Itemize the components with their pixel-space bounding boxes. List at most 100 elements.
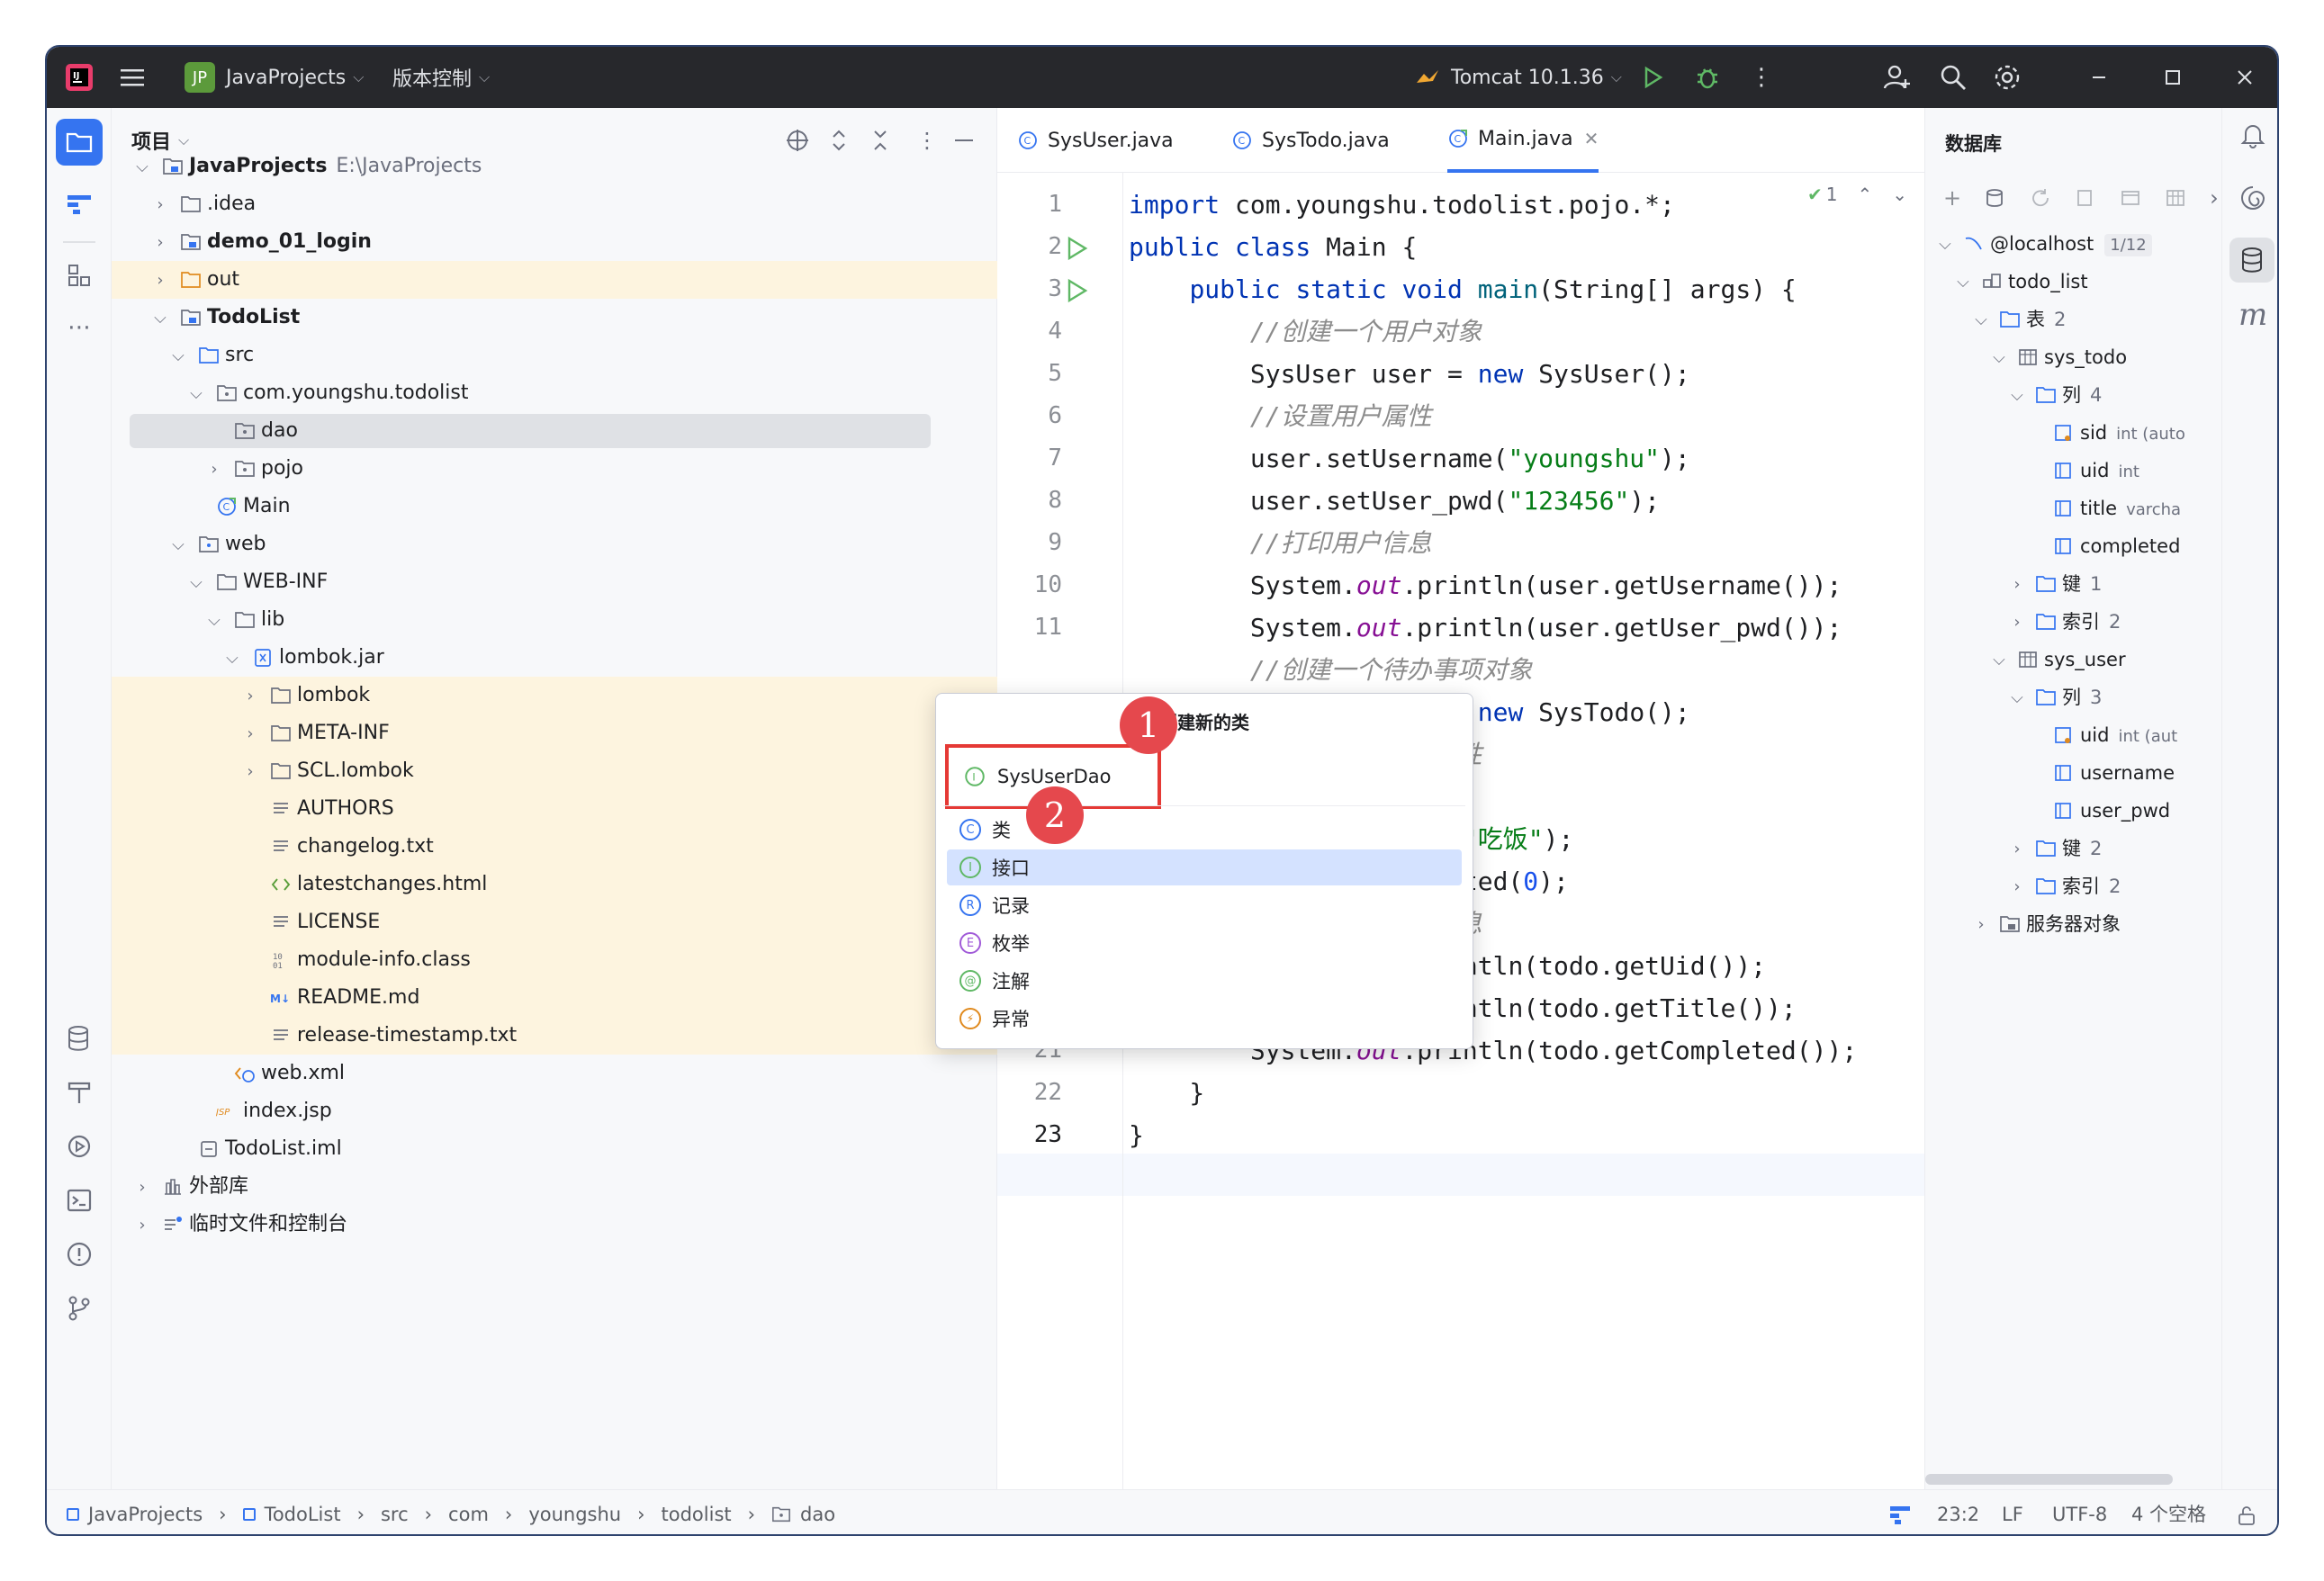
commit-tool-button[interactable] — [56, 180, 103, 227]
tree-row-pojo[interactable]: › pojo — [112, 450, 997, 488]
tree-row-web[interactable]: ⌵ web — [112, 526, 997, 563]
data-source-icon[interactable] — [1985, 187, 2006, 209]
code-line[interactable]: //设置用户属性 — [1129, 395, 1432, 437]
tree-row-src[interactable]: ⌵ src — [112, 337, 997, 374]
tree-row-latestchanges[interactable]: latestchanges.html — [112, 866, 997, 903]
inspection-widget[interactable]: ✔ 1 ⌃ ⌄ — [1807, 184, 1907, 205]
db-row-tables[interactable]: ⌵ 表2 — [1925, 301, 2267, 338]
tree-row-main[interactable]: C Main — [112, 488, 997, 526]
search-icon[interactable] — [1939, 47, 1968, 108]
tree-row-dao[interactable]: dao — [112, 412, 997, 450]
db-row-col-user-pwd[interactable]: user_pwd — [1925, 792, 2267, 830]
tab-sysuser[interactable]: C SysUser.java — [1017, 108, 1174, 173]
kind-enum[interactable]: E 枚举 — [947, 925, 1462, 961]
tree-row-external-libraries[interactable]: › 外部库 — [112, 1168, 997, 1206]
run-config-selector[interactable]: Tomcat 10.1.36 ⌵ — [1415, 47, 1622, 108]
tree-row-lombok-jar[interactable]: ⌵ lombok.jar — [112, 639, 997, 677]
tree-row-release-timestamp[interactable]: release-timestamp.txt — [112, 1017, 997, 1055]
add-icon[interactable]: + — [1943, 185, 1961, 211]
db-row-col-uid[interactable]: uid int — [1925, 452, 2267, 490]
kind-interface[interactable]: I 接口 — [947, 849, 1462, 885]
db-row-keys-2[interactable]: › 键2 — [1925, 830, 2267, 867]
breadcrumb-item[interactable]: youngshu — [528, 1504, 621, 1525]
tab-main[interactable]: C Main.java ✕ — [1447, 108, 1599, 173]
tree-row-index-jsp[interactable]: JSP index.jsp — [112, 1092, 997, 1130]
code-line[interactable]: //创建一个待办事项对象 — [1129, 649, 1533, 691]
code-line[interactable]: } — [1129, 1072, 1204, 1114]
console-icon[interactable] — [2120, 187, 2141, 209]
db-row-server-objects[interactable]: › 服务器对象 — [1925, 905, 2267, 943]
code-line[interactable]: System.out.println(user.getUsername()); — [1129, 564, 1842, 606]
caret-position[interactable]: 23:2 — [1937, 1490, 1979, 1534]
tree-row-todolist-iml[interactable]: TodoList.iml — [112, 1130, 997, 1168]
chevron-down-icon[interactable]: ⌵ — [178, 131, 189, 149]
tree-row-demo-01-login[interactable]: › demo_01_login — [112, 223, 997, 261]
git-tool-button[interactable] — [56, 1285, 103, 1332]
tree-row-idea[interactable]: › .idea — [112, 185, 997, 223]
db-row-columns[interactable]: ⌵ 列4 — [1925, 376, 2267, 414]
file-encoding[interactable]: UTF-8 — [2052, 1490, 2107, 1534]
tree-row-scl-lombok[interactable]: › SCL.lombok — [112, 752, 997, 790]
gear-icon[interactable] — [1993, 47, 2022, 108]
ai-assistant-icon[interactable] — [2238, 184, 2267, 212]
project-switcher[interactable]: JP JavaProjects ⌵ — [185, 47, 364, 108]
tree-row-lib[interactable]: ⌵ lib — [112, 601, 997, 639]
code-line[interactable]: import com.youngshu.todolist.pojo.*; — [1129, 184, 1675, 226]
build-tool-button[interactable] — [56, 1069, 103, 1116]
run-gutter-icon[interactable] — [1064, 236, 1089, 261]
notifications-icon[interactable] — [2238, 121, 2267, 149]
indent-setting[interactable]: 4 个空格 — [2131, 1490, 2206, 1534]
line-separator[interactable]: LF — [2002, 1490, 2023, 1534]
tree-row-scratches[interactable]: › 临时文件和控制台 — [112, 1206, 997, 1244]
debug-icon[interactable] — [1694, 47, 1721, 108]
db-row-col-sid[interactable]: sid int (auto — [1925, 414, 2267, 452]
schema-icon[interactable] — [2075, 187, 2096, 209]
tree-row-javaprojects[interactable]: ⌵ JavaProjects E:\JavaProjects — [112, 148, 997, 185]
kind-record[interactable]: R 记录 — [947, 887, 1462, 923]
breadcrumb-item[interactable]: src — [381, 1504, 409, 1525]
db-row-col-username[interactable]: username — [1925, 754, 2267, 792]
tree-row-lombok[interactable]: › lombok — [112, 677, 997, 714]
vcs-menu[interactable]: 版本控制 ⌵ — [392, 47, 490, 108]
problems-tool-button[interactable] — [56, 1231, 103, 1278]
refresh-icon[interactable] — [2030, 187, 2051, 209]
breadcrumb-item[interactable]: com — [448, 1504, 489, 1525]
chevron-up-icon[interactable]: ⌃ — [1858, 184, 1873, 205]
terminal-tool-button[interactable] — [56, 1177, 103, 1224]
tree-row-module-info[interactable]: 10 01 module-info.class — [112, 941, 997, 979]
code-line[interactable]: //创建一个用户对象 — [1129, 310, 1482, 353]
code-line[interactable]: user.setUser_pwd("123456"); — [1129, 480, 1660, 522]
tree-row-todolist[interactable]: ⌵ TodoList — [112, 299, 997, 337]
db-row-sys-user[interactable]: ⌵ sys_user — [1925, 641, 2267, 678]
code-line[interactable]: public class Main { — [1129, 226, 1417, 268]
db-row-indexes[interactable]: › 索引 2 — [1925, 603, 2267, 641]
kind-class[interactable]: C 类 — [947, 812, 1462, 848]
code-line[interactable]: user.setUsername("youngshu"); — [1129, 437, 1690, 480]
tree-row-changelog[interactable]: changelog.txt — [112, 828, 997, 866]
app-logo-icon[interactable]: IJ — [65, 47, 94, 108]
project-tool-button[interactable] — [56, 119, 103, 166]
minimize-icon[interactable] — [2090, 47, 2108, 108]
vcs-status-icon[interactable] — [1887, 1503, 1914, 1526]
maximize-icon[interactable] — [2164, 47, 2182, 108]
more-actions-icon[interactable]: ⋮ — [1750, 47, 1773, 108]
tree-row-out[interactable]: › out — [112, 261, 997, 299]
breadcrumb-item[interactable]: dao — [800, 1504, 835, 1525]
tree-row-license[interactable]: LICENSE — [112, 903, 997, 941]
db-row-indexes-2[interactable]: › 索引 2 — [1925, 867, 2267, 905]
breadcrumb-item[interactable]: JavaProjects — [88, 1504, 203, 1525]
maven-icon[interactable]: m — [2238, 297, 2267, 333]
kind-annotation[interactable]: @ 注解 — [947, 963, 1462, 999]
main-menu-icon[interactable] — [119, 47, 146, 108]
chevron-down-icon[interactable]: ⌄ — [1892, 184, 1907, 205]
tree-row-meta-inf[interactable]: › META-INF — [112, 714, 997, 752]
close-tab-icon[interactable]: ✕ — [1584, 128, 1599, 149]
chevron-right-icon[interactable]: › — [2210, 185, 2219, 211]
database-tool-button[interactable] — [56, 1015, 103, 1062]
close-icon[interactable] — [2236, 47, 2254, 108]
run-gutter-icon[interactable] — [1064, 278, 1089, 303]
tree-row-package[interactable]: ⌵ com.youngshu.todolist — [112, 374, 997, 412]
more-tools-icon[interactable]: ⋯ — [56, 304, 103, 351]
structure-tool-button[interactable] — [56, 252, 103, 299]
db-row-todo-list[interactable]: ⌵ todo_list — [1925, 263, 2267, 301]
